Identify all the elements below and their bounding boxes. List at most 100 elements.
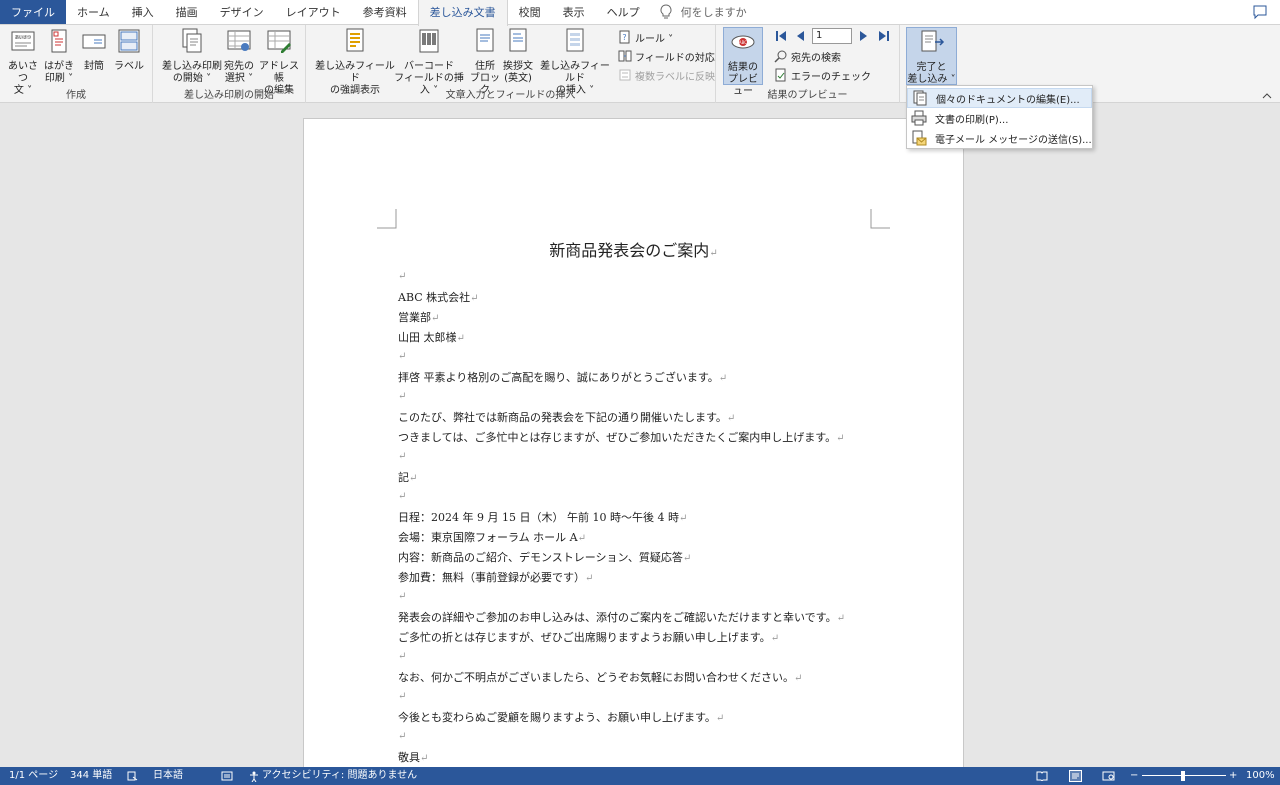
tab-review[interactable]: 校閲	[508, 0, 552, 24]
select-recipients-button[interactable]: 宛先の 選択 ˅	[221, 27, 257, 85]
edit-individual-documents-item[interactable]: 個々のドキュメントの編集(E)...	[907, 88, 1092, 108]
document-line[interactable]: 発表会の詳細やご参加のお申し込みは、添付のご案内をご確認いただけますと幸いです。…	[398, 609, 845, 625]
start-mail-merge-button[interactable]: 差し込み印刷 の開始 ˅	[159, 27, 225, 85]
envelopes-button[interactable]: 封筒	[78, 27, 110, 73]
collapse-ribbon-icon[interactable]	[1262, 92, 1272, 100]
check-errors-icon	[775, 68, 786, 82]
preview-results-button[interactable]: ABC 結果の プレビュー	[723, 27, 763, 97]
tell-me-placeholder: 何をしますか	[680, 6, 747, 19]
empty-paragraph[interactable]: ↵	[398, 729, 406, 742]
print-layout-icon[interactable]	[1069, 770, 1082, 782]
rules-button[interactable]: ? ルール ˅	[618, 28, 673, 46]
empty-paragraph[interactable]: ↵	[398, 689, 406, 702]
document-line[interactable]: ご多忙の折とは存じますが、ぜひご出席賜りますようお願い申し上げます。↵	[398, 629, 779, 645]
tab-file[interactable]: ファイル	[0, 0, 66, 24]
tab-layout[interactable]: レイアウト	[275, 0, 352, 24]
page-count[interactable]: 1/1 ページ	[9, 767, 58, 785]
tab-design[interactable]: デザイン	[209, 0, 275, 24]
greeting-line-button[interactable]: 挨拶文 (英文)	[502, 27, 534, 85]
group-preview: ABC 結果の プレビュー 1 宛先の検索 エラーのチェック 結果のプレビュー	[716, 25, 900, 103]
document-title[interactable]: 新商品発表会のご案内↵	[304, 237, 963, 261]
check-errors-button[interactable]: エラーのチェック	[774, 66, 871, 84]
greeting-line-icon	[509, 28, 527, 52]
proofing-icon[interactable]	[127, 771, 138, 781]
document-page[interactable]: 新商品発表会のご案内↵ ↵ ABC 株式会社↵ 営業部↵ 山田 太郎様↵ ↵ 拝啓 平素よ…	[303, 118, 964, 767]
postcard-print-button[interactable]: はがき 印刷 ˅	[42, 27, 76, 85]
document-line[interactable]: 記↵	[398, 469, 417, 485]
zoom-slider-thumb[interactable]	[1181, 771, 1185, 781]
empty-paragraph[interactable]: ↵	[398, 649, 406, 662]
document-line-text: 営業部	[398, 311, 431, 324]
tab-references[interactable]: 参考資料	[352, 0, 418, 24]
tab-home[interactable]: ホーム	[66, 0, 121, 24]
accessibility-status[interactable]: アクセシビリティ: 問題ありません	[262, 767, 417, 785]
group-start-merge-label: 差し込み印刷の開始	[184, 90, 274, 101]
last-record-icon[interactable]	[878, 30, 890, 42]
empty-paragraph[interactable]: ↵	[398, 349, 406, 362]
document-line[interactable]: 敬具↵	[398, 749, 428, 765]
match-fields-button[interactable]: フィールドの対応	[618, 47, 715, 65]
tell-me-box[interactable]: 何をしますか	[651, 0, 747, 24]
send-email-item[interactable]: 電子メール メッセージの送信(S)...	[907, 128, 1092, 148]
greeting-card-icon: あいさつ	[11, 31, 35, 51]
group-start-merge: 差し込み印刷 の開始 ˅ 宛先の 選択 ˅ アドレス帳 の編集 差し込み印刷の開…	[153, 25, 306, 103]
tab-view[interactable]: 表示	[552, 0, 596, 24]
document-title-text: 新商品発表会のご案内	[549, 241, 710, 260]
labels-button[interactable]: ラベル	[112, 27, 146, 73]
document-canvas[interactable]: 新商品発表会のご案内↵ ↵ ABC 株式会社↵ 営業部↵ 山田 太郎様↵ ↵ 拝啓 平素よ…	[0, 104, 1280, 767]
previous-record-icon[interactable]	[794, 30, 806, 42]
update-labels-label: 複数ラベルに反映	[635, 71, 715, 83]
tab-draw[interactable]: 描画	[165, 0, 209, 24]
document-line[interactable]: 今後とも変わらぬご愛顧を賜りますよう、お願い申し上げます。↵	[398, 709, 724, 725]
update-labels-button[interactable]: 複数ラベルに反映	[618, 66, 715, 84]
comments-icon[interactable]	[1252, 4, 1268, 20]
document-line[interactable]: 内容：新商品のご紹介、デモンストレーション、質疑応答↵	[398, 549, 691, 565]
document-line[interactable]: ABC 株式会社↵	[398, 289, 479, 305]
document-line[interactable]: このたび、弊社では新商品の発表会を下記の通り開催いたします。↵	[398, 409, 735, 425]
tab-insert[interactable]: 挿入	[121, 0, 165, 24]
find-recipient-button[interactable]: 宛先の検索	[774, 47, 841, 65]
word-count[interactable]: 344 単語	[70, 767, 112, 785]
macro-icon[interactable]	[221, 771, 233, 781]
paragraph-mark: ↵	[836, 613, 845, 624]
zoom-out-button[interactable]: −	[1130, 767, 1138, 785]
edit-documents-icon	[913, 90, 927, 106]
document-line[interactable]: 営業部↵	[398, 309, 439, 325]
envelope-icon	[82, 34, 106, 49]
zoom-in-button[interactable]: +	[1229, 767, 1237, 785]
paragraph-mark: ↵	[431, 313, 440, 324]
document-line[interactable]: 拝啓 平素より格別のご高配を賜り、誠にありがとうございます。↵	[398, 369, 727, 385]
read-mode-icon[interactable]	[1036, 771, 1048, 781]
tab-mailings[interactable]: 差し込み文書	[417, 0, 508, 26]
web-layout-icon[interactable]	[1102, 771, 1115, 781]
empty-paragraph[interactable]: ↵	[398, 389, 406, 402]
empty-paragraph[interactable]: ↵	[398, 589, 406, 602]
finish-merge-label: 完了と 差し込み ˅	[907, 62, 956, 85]
zoom-level[interactable]: 100%	[1246, 767, 1275, 785]
next-record-icon[interactable]	[858, 30, 870, 42]
start-mail-merge-label: 差し込み印刷 の開始 ˅	[162, 61, 222, 84]
print-documents-item[interactable]: 文書の印刷(P)...	[907, 108, 1092, 128]
finish-merge-button[interactable]: 完了と 差し込み ˅	[906, 27, 957, 85]
address-block-icon	[476, 28, 494, 52]
document-line[interactable]: 山田 太郎様↵	[398, 329, 465, 345]
first-record-icon[interactable]	[775, 30, 787, 42]
document-line[interactable]: 日程：2024 年 9 月 15 日（木） 午前 10 時〜午後 4 時↵	[398, 509, 687, 525]
postcard-print-label: はがき 印刷 ˅	[44, 61, 74, 84]
language[interactable]: 日本語	[153, 767, 183, 785]
document-line[interactable]: つきましては、ご多忙中とは存じますが、ぜひご参加いただきたくご案内申し上げます。…	[398, 429, 845, 445]
tab-help[interactable]: ヘルプ	[596, 0, 651, 24]
document-line-text: 発表会の詳細やご参加のお申し込みは、添付のご案内をご確認いただけますと幸いです。	[398, 611, 837, 624]
paragraph-mark: ↵	[577, 533, 586, 544]
empty-paragraph[interactable]: ↵	[398, 489, 406, 502]
accessibility-icon[interactable]	[248, 771, 260, 782]
print-documents-label: 文書の印刷(P)...	[935, 114, 1009, 126]
document-line[interactable]: 会場：東京国際フォーラム ホール A↵	[398, 529, 586, 545]
empty-paragraph[interactable]: ↵	[398, 449, 406, 462]
document-line[interactable]: なお、何かご不明点がございましたら、どうぞお気軽にお問い合わせください。↵	[398, 669, 802, 685]
paragraph-mark: ↵	[770, 633, 780, 644]
empty-paragraph[interactable]: ↵	[398, 269, 406, 282]
record-number-input[interactable]: 1	[812, 28, 852, 44]
paragraph-mark: ↵	[398, 731, 407, 742]
document-line[interactable]: 参加費：無料（事前登録が必要です）↵	[398, 569, 593, 585]
